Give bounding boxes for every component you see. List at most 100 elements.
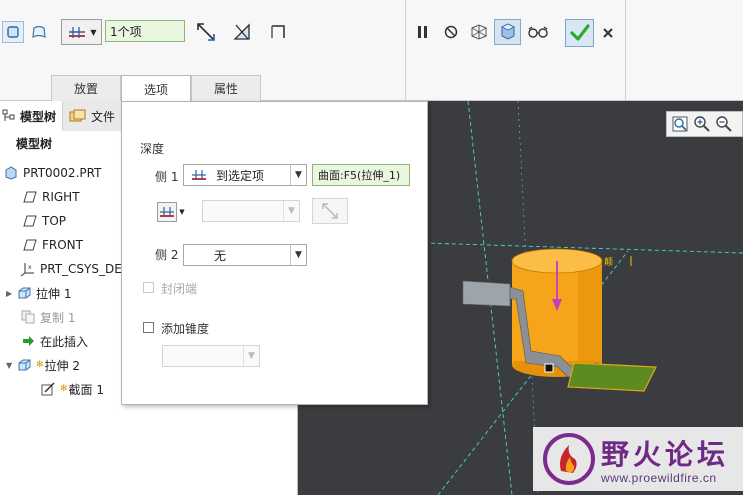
part-icon bbox=[3, 165, 19, 181]
sketch-icon bbox=[40, 381, 56, 397]
new-feature-star-icon: ✻ bbox=[36, 360, 44, 370]
pause-icon bbox=[418, 26, 427, 38]
solid-button[interactable] bbox=[2, 21, 24, 43]
tab-folder-browser[interactable]: 文件 bbox=[63, 101, 123, 131]
zoom-in-icon bbox=[694, 116, 710, 132]
zoom-out-icon bbox=[716, 116, 732, 132]
dimension-label[interactable]: 颠 bbox=[604, 255, 613, 268]
taper-angle-field[interactable]: ▼ bbox=[162, 345, 260, 367]
insert-arrow-icon bbox=[20, 333, 36, 349]
mesh-preview-icon bbox=[471, 24, 487, 40]
tab-model-tree[interactable]: 模型树 bbox=[0, 101, 64, 131]
depth-section-label: 深度 bbox=[140, 142, 165, 156]
zoom-in-button[interactable] bbox=[693, 115, 711, 133]
reference-count-field[interactable]: 1个项 bbox=[105, 20, 185, 42]
zoom-out-button[interactable] bbox=[715, 115, 733, 133]
tree-item-label: FRONT bbox=[42, 238, 83, 252]
verify-button[interactable] bbox=[526, 21, 550, 43]
capped-ends-label: 封闭端 bbox=[161, 282, 198, 296]
side2-depth-select[interactable]: 无 ▼ bbox=[183, 244, 307, 266]
model-tree-header: 模型树 bbox=[16, 137, 53, 151]
depth-option-dropdown[interactable]: ▼ bbox=[61, 19, 102, 45]
flip-direction-button[interactable] bbox=[194, 20, 218, 44]
side1-reference-field[interactable]: 曲面:F5(拉伸_1) bbox=[312, 164, 410, 186]
side1-reference-text: 曲面:F5(拉伸_1) bbox=[318, 169, 401, 182]
side2-depth-value-field[interactable]: ▼ bbox=[202, 200, 300, 222]
capped-ends-checkbox[interactable] bbox=[143, 282, 154, 293]
feature-preview-button[interactable] bbox=[494, 19, 521, 45]
glasses-icon bbox=[528, 26, 548, 38]
tree-item-label: PRT0002.PRT bbox=[23, 166, 102, 180]
refit-icon bbox=[672, 116, 688, 132]
tree-item-label: 在此插入 bbox=[40, 334, 89, 349]
chevron-down-icon: ▼ bbox=[179, 208, 185, 216]
tree-item-label: RIGHT bbox=[42, 190, 80, 204]
datum-plane-icon bbox=[22, 237, 38, 253]
folder-icon bbox=[69, 109, 86, 122]
csys-icon: x bbox=[20, 261, 36, 277]
flip-arrow-icon bbox=[322, 203, 338, 219]
surface-button[interactable] bbox=[28, 21, 50, 43]
tab-properties[interactable]: 属性 bbox=[191, 75, 261, 101]
blind-depth-icon bbox=[160, 207, 175, 217]
tab-label: 属性 bbox=[213, 82, 238, 96]
chevron-down-icon: ▼ bbox=[290, 245, 306, 265]
dashboard-tabs: 放置 选项 属性 bbox=[51, 75, 261, 102]
flame-logo-icon bbox=[543, 433, 595, 485]
tab-label: 选项 bbox=[143, 82, 168, 97]
preview-icon bbox=[500, 23, 515, 40]
tree-item-label: PRT_CSYS_DEF bbox=[40, 262, 129, 276]
side2-flip-button[interactable] bbox=[312, 198, 348, 224]
blind-depth-icon bbox=[69, 27, 86, 38]
chevron-down-icon: ▼ bbox=[283, 201, 299, 221]
ribbon-separator bbox=[625, 0, 626, 101]
tab-placement[interactable]: 放置 bbox=[51, 75, 121, 101]
svg-text:x: x bbox=[28, 264, 32, 271]
watermark-title: 野火论坛 bbox=[601, 438, 730, 471]
pause-button[interactable] bbox=[412, 21, 434, 43]
surface-icon bbox=[32, 25, 46, 39]
checkmark-icon bbox=[569, 24, 590, 41]
tree-item-label: 复制 1 bbox=[40, 310, 76, 325]
forum-watermark: 野火论坛 www.proewildfire.cn bbox=[533, 427, 743, 491]
cancel-button[interactable] bbox=[598, 22, 618, 44]
ok-button[interactable] bbox=[565, 19, 594, 47]
chevron-down-icon: ▼ bbox=[90, 27, 97, 37]
side2-depth-option-button[interactable]: ▼ bbox=[154, 201, 188, 223]
no-preview-button[interactable] bbox=[440, 21, 462, 43]
refit-button[interactable] bbox=[671, 115, 689, 133]
extrude-icon bbox=[16, 357, 32, 373]
watermark-url: www.proewildfire.cn bbox=[601, 471, 717, 485]
tree-item-label: 截面 1 bbox=[68, 382, 104, 397]
expand-arrow-icon[interactable]: ▶ bbox=[6, 289, 16, 298]
copy-icon bbox=[20, 309, 36, 325]
solid-icon bbox=[7, 26, 19, 38]
add-taper-checkbox[interactable] bbox=[143, 322, 154, 333]
chevron-down-icon: ▼ bbox=[243, 346, 259, 366]
view-toolbar bbox=[666, 111, 743, 137]
new-feature-star-icon: ✻ bbox=[60, 384, 68, 394]
side2-select-value: 无 bbox=[214, 248, 227, 263]
tab-label: 模型树 bbox=[20, 109, 57, 124]
to-selected-icon bbox=[192, 170, 206, 180]
thicken-button[interactable] bbox=[266, 20, 290, 44]
collapse-arrow-icon[interactable]: ▼ bbox=[6, 361, 16, 370]
reference-count-text: 1个项 bbox=[110, 24, 142, 39]
model-tree-icon bbox=[2, 109, 15, 121]
side1-label: 侧 1 bbox=[155, 170, 179, 184]
thicken-icon bbox=[271, 25, 285, 38]
geometry-preview-button[interactable] bbox=[467, 21, 491, 43]
close-icon bbox=[603, 28, 613, 38]
side2-label: 侧 2 bbox=[155, 248, 179, 262]
ribbon: ▼ 1个项 放置 选项 属性 bbox=[0, 0, 743, 102]
extrude-icon bbox=[16, 285, 32, 301]
flip-arrow-icon bbox=[197, 23, 215, 41]
add-taper-label: 添加锥度 bbox=[161, 322, 210, 336]
remove-material-button[interactable] bbox=[230, 20, 254, 44]
tab-options[interactable]: 选项 bbox=[121, 75, 191, 102]
side1-depth-select[interactable]: 到选定项 ▼ bbox=[183, 164, 307, 186]
side1-select-value: 到选定项 bbox=[216, 168, 265, 183]
tab-label: 放置 bbox=[73, 82, 98, 96]
options-panel: 深度 侧 1 到选定项 ▼ 曲面:F5(拉伸_1) ▼ ▼ 侧 2 无 ▼ 封闭… bbox=[121, 101, 428, 405]
no-preview-icon bbox=[444, 25, 458, 39]
